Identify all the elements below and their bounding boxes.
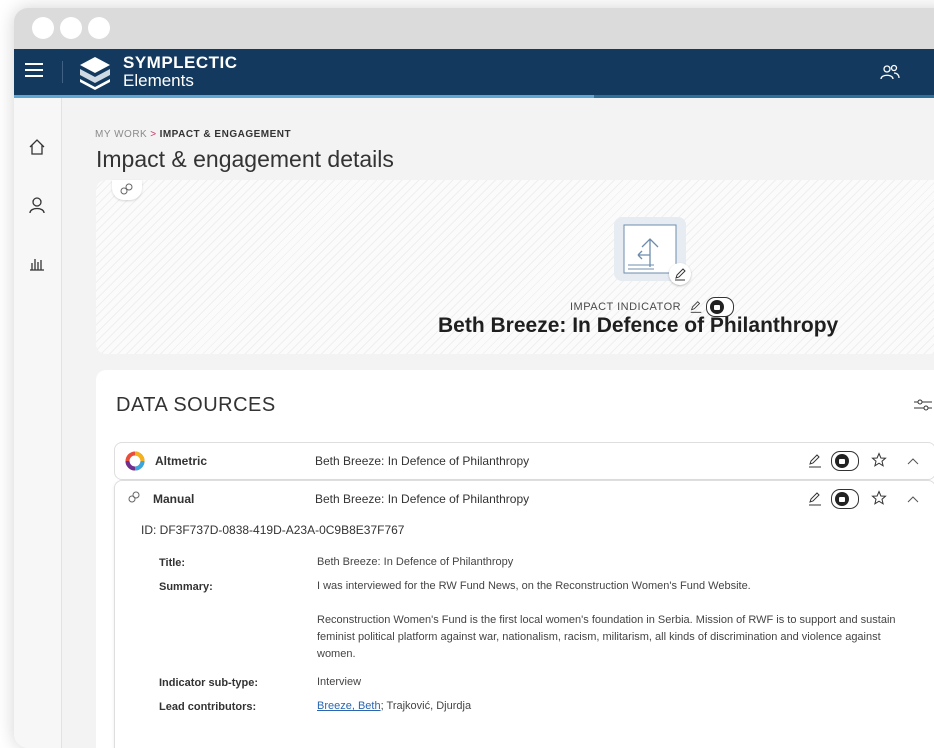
data-sources-panel: DATA SOURCES Altmetric Beth Breeze: In D… [96, 370, 934, 748]
link-icon [120, 183, 133, 195]
edit-icon [675, 268, 686, 281]
brand-name: SYMPLECTIC [123, 53, 238, 72]
window-chrome [14, 8, 934, 49]
source-name: Altmetric [155, 454, 208, 468]
edit-icon[interactable] [689, 300, 703, 314]
side-nav [14, 98, 62, 748]
summary-paragraph-2: Reconstruction Women's Fund is the first… [317, 614, 896, 660]
edit-image-button[interactable] [669, 263, 691, 285]
symplectic-logo[interactable] [77, 55, 113, 91]
altmetric-icon [125, 451, 145, 471]
indicator-type-label: IMPACT INDICATOR [570, 300, 682, 313]
page-title: Impact & engagement details [96, 146, 394, 172]
app-window: SYMPLECTIC Elements MY WORK > IMPACT & ENG… [14, 8, 934, 748]
chevron-up-icon[interactable] [905, 453, 921, 469]
lock-icon[interactable] [831, 489, 859, 509]
contributors-value: Breeze, Beth; Trajković, Djurdja [317, 698, 907, 715]
contributor-link[interactable]: Breeze, Beth [317, 700, 381, 712]
contributors-label: Lead contributors: [159, 701, 257, 713]
title-value: Beth Breeze: In Defence of Philanthropy [317, 556, 514, 568]
data-source-row[interactable]: Altmetric Beth Breeze: In Defence of Phi… [114, 442, 934, 480]
window-dot[interactable] [88, 17, 110, 39]
star-icon[interactable] [871, 490, 887, 506]
filter-icon[interactable] [914, 398, 932, 412]
data-source-row-expanded: Manual Beth Breeze: In Defence of Philan… [114, 480, 934, 748]
summary-paragraph-1: I was interviewed for the RW Fund News, … [317, 580, 751, 592]
indicator-title: Beth Breeze: In Defence of Philanthropy [438, 314, 839, 337]
chevron-up-icon[interactable] [905, 491, 921, 507]
load-progress [14, 95, 594, 98]
subtype-value: Interview [317, 676, 362, 688]
lock-icon[interactable] [831, 451, 859, 471]
breadcrumb: MY WORK > IMPACT & ENGAGEMENT [95, 129, 291, 140]
summary-label: Summary: [159, 581, 213, 593]
title-label: Title: [159, 557, 186, 569]
source-title: Beth Breeze: In Defence of Philanthropy [315, 492, 530, 506]
star-icon[interactable] [871, 452, 887, 468]
source-title: Beth Breeze: In Defence of Philanthropy [315, 454, 530, 468]
link-icon [128, 491, 140, 503]
home-icon[interactable] [26, 136, 48, 158]
window-dot[interactable] [60, 17, 82, 39]
brand-product: Elements [123, 71, 194, 90]
contributor-rest: ; Trajković, Djurdja [380, 700, 472, 712]
menu-icon[interactable] [25, 63, 43, 77]
window-dot[interactable] [32, 17, 54, 39]
chart-icon[interactable] [26, 252, 48, 274]
breadcrumb-current: IMPACT & ENGAGEMENT [159, 129, 292, 140]
breadcrumb-separator: > [150, 129, 157, 140]
person-icon[interactable] [26, 194, 48, 216]
source-name: Manual [153, 492, 195, 506]
subtype-label: Indicator sub-type: [159, 677, 259, 689]
section-title: DATA SOURCES [116, 394, 276, 416]
record-id: ID: DF3F737D-0838-419D-A23A-0C9B8E37F767 [141, 523, 405, 537]
breadcrumb-parent[interactable]: MY WORK [95, 129, 147, 140]
edit-icon[interactable] [807, 453, 823, 469]
divider [62, 61, 63, 83]
hero-banner: IMPACT INDICATOR Beth Breeze: In Defence… [96, 180, 934, 354]
link-badge [112, 180, 142, 200]
top-bar: SYMPLECTIC Elements [14, 49, 934, 98]
users-icon[interactable] [880, 63, 900, 81]
edit-icon[interactable] [807, 491, 823, 507]
